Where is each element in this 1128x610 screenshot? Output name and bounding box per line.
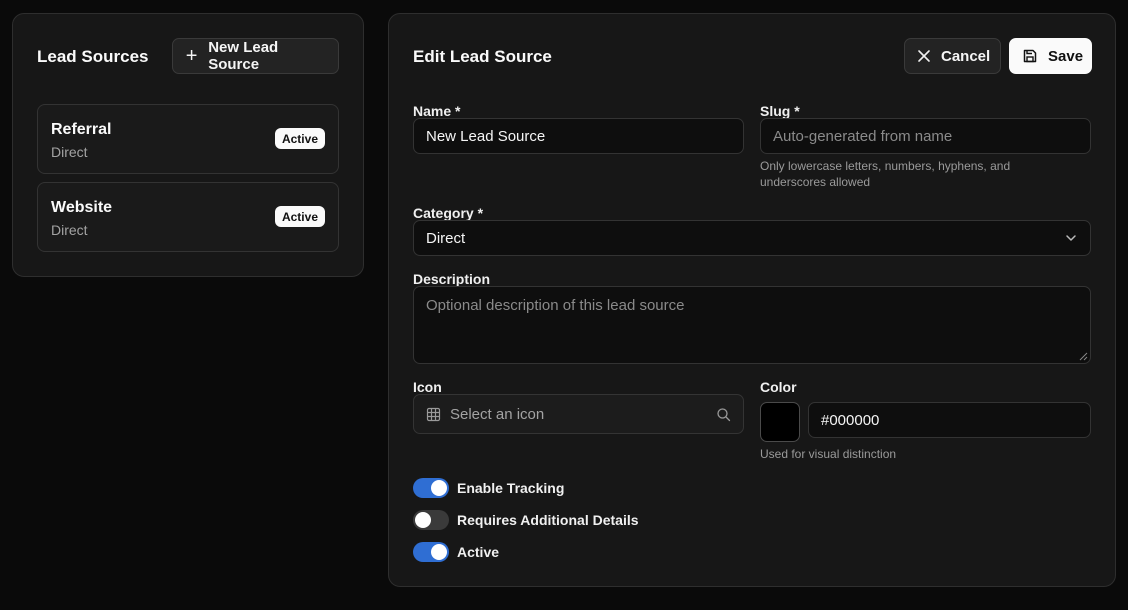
grid-icon — [426, 407, 441, 422]
category-value: Direct — [426, 229, 466, 247]
new-lead-source-label: New Lead Source — [208, 39, 279, 73]
icon-label: Icon — [413, 379, 442, 395]
lead-source-card-website[interactable]: Website Direct Active — [37, 182, 339, 252]
edit-lead-source-panel: Edit Lead Source Cancel Save Name * New … — [388, 13, 1116, 587]
name-input[interactable]: New Lead Source — [413, 118, 744, 154]
description-textarea[interactable]: Optional description of this lead source — [413, 286, 1091, 364]
search-icon — [716, 407, 731, 422]
toggle-label: Active — [457, 544, 500, 560]
lead-sources-panel: Lead Sources + New Lead Source Referral … — [12, 13, 364, 277]
save-label: Save — [1048, 47, 1084, 65]
color-hex-input[interactable]: #000000 — [808, 402, 1091, 438]
enable-tracking-toggle[interactable] — [413, 478, 449, 498]
lead-source-category: Direct — [51, 144, 88, 160]
requires-additional-details-toggle[interactable] — [413, 510, 449, 530]
slug-input[interactable]: Auto-generated from name — [760, 118, 1091, 154]
description-placeholder: Optional description of this lead source — [426, 297, 685, 314]
new-lead-source-button[interactable]: + New Lead Source — [172, 38, 339, 74]
lead-source-card-referral[interactable]: Referral Direct Active — [37, 104, 339, 174]
color-swatch[interactable] — [760, 402, 800, 442]
lead-source-name: Website — [51, 199, 113, 216]
toggle-label: Requires Additional Details — [457, 512, 639, 528]
status-badge: Active — [274, 128, 325, 149]
toggle-row-enable-tracking: Enable Tracking — [413, 478, 564, 498]
plus-icon: + — [185, 45, 198, 67]
close-icon — [917, 49, 931, 63]
name-input-value: New Lead Source — [426, 127, 546, 145]
edit-lead-source-title: Edit Lead Source — [413, 47, 552, 66]
cancel-label: Cancel — [941, 47, 991, 65]
lead-source-category: Direct — [51, 222, 88, 238]
cancel-button[interactable]: Cancel — [904, 38, 1001, 74]
active-toggle[interactable] — [413, 542, 449, 562]
toggle-row-requires-details: Requires Additional Details — [413, 510, 639, 530]
icon-picker-placeholder: Select an icon — [450, 405, 545, 423]
toggle-row-active: Active — [413, 542, 499, 562]
lead-source-name: Referral — [51, 121, 112, 138]
resize-handle-icon[interactable] — [1078, 351, 1088, 361]
toggle-label: Enable Tracking — [457, 480, 565, 496]
category-select[interactable]: Direct — [413, 220, 1091, 256]
lead-sources-title: Lead Sources — [37, 47, 149, 66]
color-hex-value: #000000 — [821, 411, 880, 429]
slug-placeholder: Auto-generated from name — [773, 127, 953, 145]
color-label: Color — [760, 379, 797, 395]
slug-help-text: Only lowercase letters, numbers, hyphens… — [760, 159, 1011, 189]
slug-label: Slug * — [760, 103, 800, 119]
save-icon — [1022, 48, 1038, 64]
category-label: Category * — [413, 205, 484, 221]
icon-picker[interactable]: Select an icon — [413, 394, 744, 434]
color-help-text: Used for visual distinction — [760, 447, 897, 461]
save-button[interactable]: Save — [1009, 38, 1092, 74]
status-badge: Active — [274, 206, 325, 227]
chevron-down-icon — [1064, 231, 1078, 245]
name-label: Name * — [413, 103, 461, 119]
description-label: Description — [413, 271, 491, 287]
